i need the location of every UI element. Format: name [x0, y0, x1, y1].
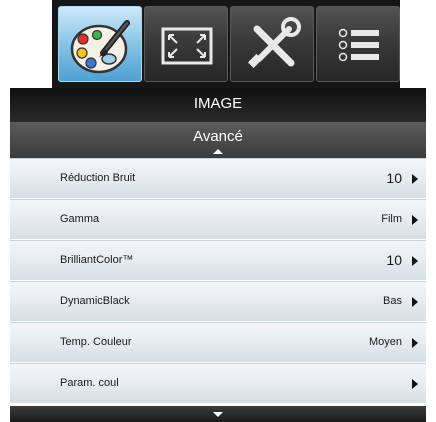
menu-item-color-temp[interactable]: Temp. Couleur Moyen	[10, 322, 426, 363]
tab-options[interactable]	[316, 6, 400, 82]
chevron-right-icon[interactable]	[412, 215, 418, 225]
chevron-right-icon[interactable]	[412, 338, 418, 348]
menu-item-value: 10	[386, 252, 402, 268]
tab-image[interactable]	[58, 6, 142, 82]
menu-item-dynamicblack[interactable]: DynamicBlack Bas	[10, 281, 426, 322]
screen-expand-icon	[161, 27, 213, 65]
chevron-right-icon[interactable]	[412, 174, 418, 184]
menu-item-value: Film	[381, 213, 402, 225]
options-list-icon	[338, 28, 379, 62]
menu-item-noise-reduction[interactable]: Réduction Bruit 10	[10, 158, 426, 199]
tools-icon	[247, 17, 301, 69]
menu-item-label: Réduction Bruit	[60, 172, 136, 184]
page-title: IMAGE	[10, 88, 426, 122]
menu-item-label: BrilliantColor™	[60, 254, 134, 266]
scroll-down-icon[interactable]	[213, 412, 223, 417]
menu-item-label: Gamma	[60, 213, 100, 225]
palette-icon	[70, 20, 130, 74]
menu-item-brilliantcolor[interactable]: BrilliantColor™ 10	[10, 240, 426, 281]
menu-list: Réduction Bruit 10 Gamma Film BrilliantC…	[10, 158, 426, 410]
menu-item-value: Bas	[383, 295, 402, 307]
chevron-right-icon[interactable]	[412, 379, 418, 389]
chevron-right-icon[interactable]	[412, 256, 418, 266]
tab-display[interactable]	[144, 6, 228, 82]
menu-item-color-settings[interactable]: Param. coul	[10, 363, 426, 404]
tab-settings[interactable]	[230, 6, 314, 82]
menu-item-label: DynamicBlack	[60, 295, 130, 307]
menu-item-value: 10	[386, 170, 402, 186]
menu-item-value: Moyen	[368, 336, 402, 348]
chevron-right-icon[interactable]	[412, 297, 418, 307]
scroll-up-icon[interactable]	[213, 149, 223, 154]
tab-bar	[52, 0, 400, 88]
osd-menu: IMAGE Avancé Réduction Bruit 10 Gamma Fi…	[0, 0, 436, 422]
menu-item-label: Temp. Couleur	[60, 336, 132, 348]
menu-item-gamma[interactable]: Gamma Film	[10, 199, 426, 240]
menu-item-label: Param. coul	[60, 377, 119, 389]
